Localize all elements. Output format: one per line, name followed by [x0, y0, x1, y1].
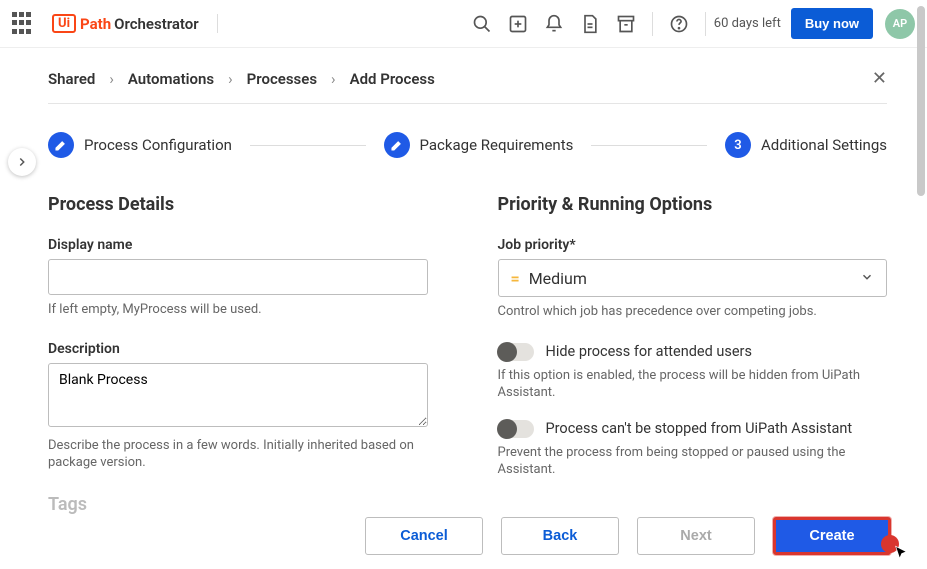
search-icon[interactable]	[464, 6, 500, 42]
crumb-add-process: Add Process	[350, 70, 435, 88]
back-button[interactable]: Back	[501, 517, 619, 555]
process-details-section: Process Details Display name If left emp…	[48, 194, 438, 515]
sidebar-expand-handle[interactable]	[8, 148, 36, 176]
footer-buttons: Cancel Back Next Create	[365, 517, 891, 555]
tags-label: Tags	[48, 494, 438, 515]
description-label: Description	[48, 341, 438, 357]
step-number: 3	[725, 132, 751, 158]
avatar[interactable]: AP	[885, 9, 915, 39]
section-heading: Priority & Running Options	[498, 194, 888, 215]
crumb-automations[interactable]: Automations	[128, 70, 214, 88]
display-name-label: Display name	[48, 237, 438, 253]
close-icon[interactable]: ✕	[872, 68, 887, 89]
next-button[interactable]: Next	[637, 517, 755, 555]
priority-label: Job priority*	[498, 237, 888, 253]
nostop-hint: Prevent the process from being stopped o…	[498, 444, 878, 479]
priority-select[interactable]: = Medium	[498, 259, 888, 297]
nostop-label: Process can't be stopped from UiPath Ass…	[546, 420, 853, 437]
product-logo[interactable]: Ui Path Orchestrator	[52, 14, 218, 33]
trial-days: 60 days left	[714, 16, 781, 31]
cancel-button[interactable]: Cancel	[365, 517, 483, 555]
crumb-processes[interactable]: Processes	[247, 70, 317, 88]
display-name-hint: If left empty, MyProcess will be used.	[48, 301, 428, 319]
archive-icon[interactable]	[608, 6, 644, 42]
bell-icon[interactable]	[536, 6, 572, 42]
pencil-icon	[384, 132, 410, 158]
cursor-pointer-icon	[893, 545, 909, 565]
hide-process-label: Hide process for attended users	[546, 343, 752, 360]
step-additional: 3 Additional Settings	[725, 132, 887, 158]
section-heading: Process Details	[48, 194, 438, 215]
nostop-toggle[interactable]	[498, 420, 534, 438]
chevron-down-icon	[860, 269, 874, 288]
crumb-shared[interactable]: Shared	[48, 70, 95, 88]
create-button[interactable]: Create	[773, 517, 891, 555]
description-input[interactable]	[48, 363, 428, 427]
hide-process-hint: If this option is enabled, the process w…	[498, 367, 878, 402]
add-icon[interactable]	[500, 6, 536, 42]
buy-now-button[interactable]: Buy now	[791, 8, 873, 39]
help-icon[interactable]	[661, 6, 697, 42]
document-icon[interactable]	[572, 6, 608, 42]
topbar: Ui Path Orchestrator 60 days left Buy no…	[0, 0, 927, 48]
breadcrumb: Shared › Automations › Processes › Add P…	[48, 64, 887, 104]
priority-section: Priority & Running Options Job priority*…	[498, 194, 888, 515]
scrollbar[interactable]	[917, 6, 925, 196]
pencil-icon	[48, 132, 74, 158]
priority-medium-icon: =	[511, 269, 519, 288]
display-name-input[interactable]	[48, 259, 428, 295]
step-process-config[interactable]: Process Configuration	[48, 132, 232, 158]
hide-process-toggle[interactable]	[498, 343, 534, 361]
apps-grid-icon[interactable]	[12, 12, 36, 36]
stepper: Process Configuration Package Requiremen…	[48, 132, 887, 158]
logo-mark: Ui	[52, 14, 76, 33]
description-hint: Describe the process in a few words. Ini…	[48, 437, 428, 472]
priority-hint: Control which job has precedence over co…	[498, 303, 878, 321]
step-package-req[interactable]: Package Requirements	[384, 132, 574, 158]
